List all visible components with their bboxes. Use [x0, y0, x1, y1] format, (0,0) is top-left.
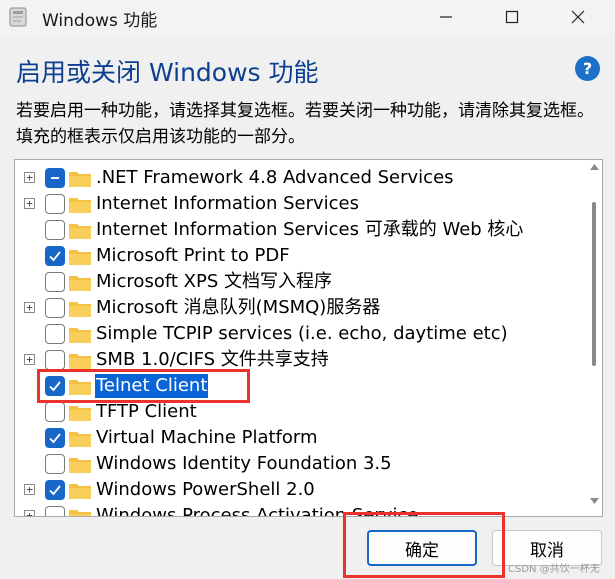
scrollbar-thumb[interactable]	[592, 202, 596, 366]
feature-checkbox[interactable]	[45, 324, 65, 344]
scroll-down-icon[interactable]	[590, 498, 599, 504]
title-bar[interactable]: Windows 功能	[0, 0, 615, 34]
scroll-up-icon[interactable]	[590, 164, 599, 170]
expand-icon[interactable]: +	[24, 484, 35, 495]
feature-label: Microsoft 消息队列(MSMQ)服务器	[96, 297, 381, 318]
feature-row[interactable]: Microsoft XPS 文档写入程序	[15, 269, 585, 295]
feature-label: SMB 1.0/CIFS 文件共享支持	[96, 349, 329, 370]
maximize-icon	[505, 10, 519, 24]
help-icon[interactable]: ?	[575, 56, 600, 81]
feature-label: .NET Framework 4.8 Advanced Services	[96, 167, 454, 188]
checkmark-icon	[49, 251, 61, 262]
ok-button[interactable]: 确定	[367, 530, 477, 566]
minimize-icon	[440, 16, 452, 18]
description-text: 若要启用一种功能，请选择其复选框。若要关闭一种功能，请清除其复选框。填充的框表示…	[16, 101, 594, 147]
folder-icon	[69, 172, 91, 187]
window-title: Windows 功能	[42, 11, 158, 31]
folder-icon	[69, 354, 91, 369]
folder-icon	[69, 510, 91, 516]
feature-label: Microsoft XPS 文档写入程序	[96, 271, 332, 292]
feature-checkbox[interactable]	[45, 428, 65, 448]
folder-icon	[69, 328, 91, 343]
feature-checkbox[interactable]	[45, 454, 65, 474]
folder-icon	[69, 198, 91, 213]
feature-row[interactable]: + Internet Information Services	[15, 191, 585, 217]
checkmark-icon	[49, 433, 61, 444]
feature-label: TFTP Client	[96, 401, 197, 422]
expand-icon[interactable]: +	[24, 510, 35, 516]
feature-checkbox[interactable]	[45, 194, 65, 214]
folder-icon	[69, 484, 91, 499]
close-button[interactable]	[555, 0, 601, 34]
feature-row[interactable]: + SMB 1.0/CIFS 文件共享支持	[15, 347, 585, 373]
feature-checkbox[interactable]	[45, 506, 65, 516]
feature-label: Windows Process Activation Service	[96, 505, 419, 517]
feature-row[interactable]: Windows Identity Foundation 3.5	[15, 451, 585, 477]
vertical-scrollbar[interactable]	[587, 160, 602, 516]
feature-label: Telnet Client	[95, 374, 209, 398]
expand-icon[interactable]: +	[24, 302, 35, 313]
feature-checkbox[interactable]	[45, 220, 65, 240]
feature-row[interactable]: + Microsoft 消息队列(MSMQ)服务器	[15, 295, 585, 321]
feature-checkbox[interactable]	[45, 246, 65, 266]
minimize-button[interactable]	[423, 0, 469, 34]
folder-icon	[69, 432, 91, 447]
maximize-button[interactable]	[489, 0, 535, 34]
feature-checkbox[interactable]	[45, 402, 65, 422]
feature-checkbox[interactable]	[45, 168, 65, 188]
checkmark-icon	[49, 381, 61, 392]
feature-tree[interactable]: + .NET Framework 4.8 Advanced Services + In…	[14, 159, 603, 517]
windows-features-icon	[9, 7, 27, 27]
folder-icon	[69, 458, 91, 473]
feature-row[interactable]: Virtual Machine Platform	[15, 425, 585, 451]
folder-icon	[69, 380, 91, 395]
folder-icon	[69, 250, 91, 265]
feature-label: Microsoft Print to PDF	[96, 245, 290, 266]
partial-check-icon	[51, 177, 59, 179]
feature-row[interactable]: Internet Information Services 可承载的 Web 核…	[15, 217, 585, 243]
expand-icon[interactable]: +	[24, 172, 35, 183]
feature-checkbox[interactable]	[45, 298, 65, 318]
expand-icon[interactable]: +	[24, 354, 35, 365]
close-icon	[571, 10, 585, 24]
feature-label: Windows Identity Foundation 3.5	[96, 453, 392, 474]
watermark: CSDN @共饮一杯无	[508, 564, 600, 575]
expand-icon[interactable]: +	[24, 198, 35, 209]
feature-checkbox[interactable]	[45, 272, 65, 292]
folder-icon	[69, 302, 91, 317]
feature-label: Internet Information Services	[96, 193, 360, 214]
feature-label: Windows PowerShell 2.0	[96, 479, 315, 500]
feature-label: Virtual Machine Platform	[96, 427, 318, 448]
folder-icon	[69, 406, 91, 421]
feature-row[interactable]: Microsoft Print to PDF	[15, 243, 585, 269]
feature-checkbox[interactable]	[45, 350, 65, 370]
feature-row[interactable]: Simple TCPIP services (i.e. echo, daytim…	[15, 321, 585, 347]
feature-row[interactable]: + Windows Process Activation Service	[15, 503, 585, 517]
feature-label: Simple TCPIP services (i.e. echo, daytim…	[96, 323, 508, 344]
page-title: 启用或关闭 Windows 功能	[16, 58, 319, 87]
folder-icon	[69, 276, 91, 291]
feature-row[interactable]: TFTP Client	[15, 399, 585, 425]
feature-checkbox[interactable]	[45, 376, 65, 396]
feature-row[interactable]: Telnet Client	[15, 373, 585, 399]
feature-row[interactable]: + Windows PowerShell 2.0	[15, 477, 585, 503]
checkmark-icon	[49, 485, 61, 496]
feature-checkbox[interactable]	[45, 480, 65, 500]
feature-row[interactable]: + .NET Framework 4.8 Advanced Services	[15, 165, 585, 191]
folder-icon	[69, 224, 91, 239]
feature-label: Internet Information Services 可承载的 Web 核…	[96, 219, 524, 240]
